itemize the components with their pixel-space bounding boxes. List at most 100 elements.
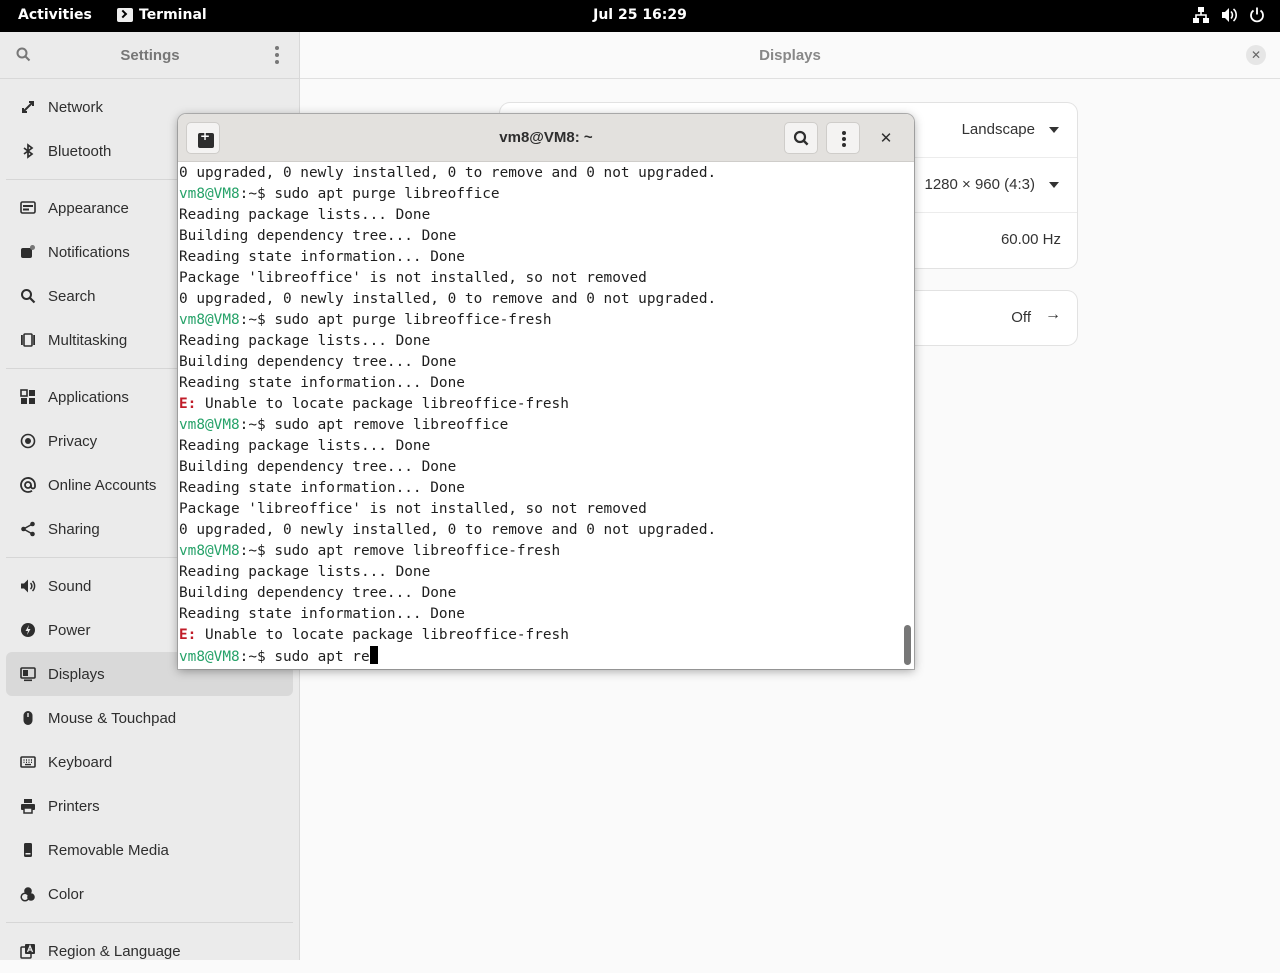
search-icon — [20, 288, 36, 304]
terminal-line: Reading package lists... Done — [179, 562, 900, 583]
multitasking-icon — [20, 332, 36, 348]
terminal-line: Building dependency tree... Done — [179, 352, 900, 373]
output-text: Reading state information... Done — [179, 606, 465, 622]
network-icon[interactable] — [1192, 6, 1210, 24]
sidebar-header: Settings — [0, 32, 299, 79]
terminal-search-button[interactable] — [784, 122, 818, 154]
terminal-line: 0 upgraded, 0 newly installed, 0 to remo… — [179, 520, 900, 541]
scrollbar-thumb[interactable] — [904, 625, 911, 665]
top-bar: Activities Terminal Jul 25 16:29 — [0, 0, 1280, 32]
terminal-icon — [117, 8, 133, 22]
keyboard-icon — [20, 754, 36, 770]
terminal-line: vm8@VM8:~$ sudo apt remove libreoffice — [179, 415, 900, 436]
sidebar-item-label: Bluetooth — [48, 142, 112, 160]
prompt-user: vm8@VM8 — [179, 312, 240, 328]
appearance-icon — [20, 200, 36, 216]
prompt-suffix: :~$ — [239, 417, 275, 433]
output-text: Package 'libreoffice' is not installed, … — [179, 501, 647, 517]
prompt-user: vm8@VM8 — [179, 186, 240, 202]
sidebar-item-label: Mouse & Touchpad — [48, 709, 177, 727]
output-text: 0 upgraded, 0 newly installed, 0 to remo… — [179, 165, 717, 181]
app-menu[interactable]: Terminal — [117, 7, 207, 23]
terminal-line: vm8@VM8:~$ sudo apt re — [179, 646, 900, 667]
output-text: 0 upgraded, 0 newly installed, 0 to remo… — [179, 291, 717, 307]
clock[interactable]: Jul 25 16:29 — [593, 7, 687, 23]
command-text: sudo apt purge libreoffice — [274, 186, 500, 202]
terminal-output[interactable]: 0 upgraded, 0 newly installed, 0 to remo… — [178, 163, 900, 669]
sidebar-item-label: Applications — [48, 388, 129, 406]
prompt-suffix: :~$ — [239, 543, 275, 559]
orientation-value: Landscape — [961, 121, 1035, 138]
refresh-rate-value: 60.00 Hz — [1000, 231, 1061, 248]
app-name: Terminal — [139, 7, 207, 23]
prompt-suffix: :~$ — [239, 312, 275, 328]
nav-group: Region & Language — [0, 929, 299, 973]
terminal-line: Reading package lists... Done — [179, 436, 900, 457]
output-text: 0 upgraded, 0 newly installed, 0 to remo… — [179, 522, 717, 538]
terminal-window[interactable]: vm8@VM8: ~ ✕ 0 upgraded, 0 newly install… — [178, 114, 914, 669]
sidebar-item-label: Privacy — [48, 432, 98, 450]
error-text: Unable to locate package libreoffice-fre… — [196, 396, 569, 412]
sidebar-item-mouse-touchpad[interactable]: Mouse & Touchpad — [6, 696, 293, 740]
output-text: Building dependency tree... Done — [179, 354, 457, 370]
terminal-line: 0 upgraded, 0 newly installed, 0 to remo… — [179, 163, 900, 184]
text-cursor — [369, 646, 378, 664]
sidebar-item-label: Online Accounts — [48, 476, 157, 494]
activities-button[interactable]: Activities — [18, 7, 92, 23]
power-icon[interactable] — [1248, 6, 1266, 24]
output-text: Building dependency tree... Done — [179, 228, 457, 244]
region-icon — [20, 943, 36, 959]
output-text: Building dependency tree... Done — [179, 585, 457, 601]
terminal-line: Reading package lists... Done — [179, 331, 900, 352]
sidebar-item-label: Notifications — [48, 243, 130, 261]
sidebar-title: Settings — [120, 47, 180, 64]
output-text: Reading package lists... Done — [179, 564, 431, 580]
terminal-line: Reading state information... Done — [179, 373, 900, 394]
system-tray[interactable] — [1192, 6, 1266, 24]
terminal-line: 0 upgraded, 0 newly installed, 0 to remo… — [179, 289, 900, 310]
sidebar-item-printers[interactable]: Printers — [6, 784, 293, 828]
prompt-user: vm8@VM8 — [179, 543, 240, 559]
volume-icon[interactable] — [1220, 6, 1238, 24]
night-light-value: Off — [1011, 309, 1031, 326]
terminal-menu-button[interactable] — [826, 122, 860, 154]
sidebar-item-label: Printers — [48, 797, 100, 815]
close-button[interactable]: ✕ — [1246, 45, 1266, 65]
output-text: Reading package lists... Done — [179, 333, 431, 349]
sidebar-item-keyboard[interactable]: Keyboard — [6, 740, 293, 784]
power-icon — [20, 622, 36, 638]
sidebar-item-removable-media[interactable]: Removable Media — [6, 828, 293, 872]
kebab-menu-icon[interactable] — [275, 46, 279, 64]
sound-icon — [20, 578, 36, 594]
sidebar-item-label: Network — [48, 98, 104, 116]
sidebar-item-label: Region & Language — [48, 942, 181, 960]
terminal-line: Building dependency tree... Done — [179, 583, 900, 604]
command-input[interactable]: sudo apt re — [274, 649, 369, 665]
terminal-header-bar[interactable]: vm8@VM8: ~ ✕ — [178, 114, 914, 162]
sharing-icon — [20, 521, 36, 537]
error-text: Unable to locate package libreoffice-fre… — [196, 627, 569, 643]
output-text: Building dependency tree... Done — [179, 459, 457, 475]
output-text: Package 'libreoffice' is not installed, … — [179, 270, 647, 286]
terminal-close-button[interactable]: ✕ — [876, 128, 896, 148]
output-text: Reading state information... Done — [179, 375, 465, 391]
sidebar-item-color[interactable]: Color — [6, 872, 293, 916]
removable-media-icon — [20, 842, 36, 858]
terminal-line: Package 'libreoffice' is not installed, … — [179, 499, 900, 520]
arrow-right-icon: → — [1045, 306, 1061, 323]
output-text: Reading state information... Done — [179, 480, 465, 496]
command-text: sudo apt remove libreoffice — [274, 417, 509, 433]
sidebar-item-label: Keyboard — [48, 753, 113, 771]
terminal-scrollbar[interactable] — [902, 163, 914, 669]
privacy-icon — [20, 433, 36, 449]
terminal-line: Reading state information... Done — [179, 247, 900, 268]
sidebar-item-label: Search — [48, 287, 96, 305]
mouse-icon — [20, 710, 36, 726]
main-header: Displays ✕ — [300, 32, 1280, 79]
sidebar-item-region-language[interactable]: Region & Language — [6, 929, 293, 973]
error-prefix: E: — [179, 396, 197, 412]
chevron-down-icon — [1049, 127, 1059, 133]
chevron-down-icon — [1049, 182, 1059, 188]
terminal-line: vm8@VM8:~$ sudo apt purge libreoffice-fr… — [179, 310, 900, 331]
terminal-line: Reading package lists... Done — [179, 205, 900, 226]
